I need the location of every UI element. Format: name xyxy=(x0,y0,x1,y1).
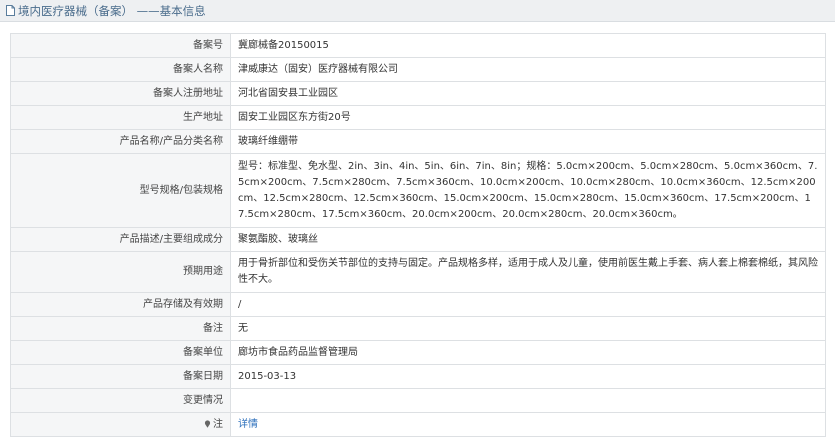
row-value-record-date: 2015-03-13 xyxy=(230,364,826,389)
table-row: 备案人名称 津威康达（固安）医疗器械有限公司 xyxy=(10,57,826,82)
document-icon xyxy=(6,5,15,16)
table-row: 产品名称/产品分类名称 玻璃纤维绷带 xyxy=(10,129,826,154)
page-header: 境内医疗器械（备案） ——基本信息 xyxy=(0,0,835,22)
table-row: 注 详情 xyxy=(10,412,826,437)
table-row: 备注 无 xyxy=(10,316,826,341)
row-value-remarks: 无 xyxy=(230,316,826,341)
row-value-record-unit: 廊坊市食品药品监督管理局 xyxy=(230,340,826,365)
row-value-note: 详情 xyxy=(230,412,826,437)
table-row: 备案单位 廊坊市食品药品监督管理局 xyxy=(10,340,826,365)
table-row: 备案日期 2015-03-13 xyxy=(10,364,826,389)
note-label-text: 注 xyxy=(213,418,223,430)
row-label-product-name: 产品名称/产品分类名称 xyxy=(10,129,231,154)
table-row: 变更情况 xyxy=(10,388,826,413)
row-label-registrant-address: 备案人注册地址 xyxy=(10,81,231,106)
table-row: 生产地址 固安工业园区东方街20号 xyxy=(10,105,826,130)
row-label-registrant-name: 备案人名称 xyxy=(10,57,231,82)
row-label-product-description: 产品描述/主要组成成分 xyxy=(10,227,231,252)
row-value-change-status xyxy=(230,388,826,413)
row-label-change-status: 变更情况 xyxy=(10,388,231,413)
row-value-storage-validity: / xyxy=(230,292,826,317)
row-value-registrant-name: 津威康达（固安）医疗器械有限公司 xyxy=(230,57,826,82)
page-title: 境内医疗器械（备案） ——基本信息 xyxy=(18,3,206,18)
row-value-product-description: 聚氨酯胶、玻璃丝 xyxy=(230,227,826,252)
row-label-record-date: 备案日期 xyxy=(10,364,231,389)
table-row: 备案号 冀廊械备20150015 xyxy=(10,33,826,58)
table-row: 产品描述/主要组成成分 聚氨酯胶、玻璃丝 xyxy=(10,227,826,252)
row-label-remarks: 备注 xyxy=(10,316,231,341)
row-value-intended-use: 用于骨折部位和受伤关节部位的支持与固定。产品规格多样，适用于成人及儿童，使用前医… xyxy=(230,251,826,293)
table-row: 产品存储及有效期 / xyxy=(10,292,826,317)
row-label-note: 注 xyxy=(10,412,231,437)
row-value-production-address: 固安工业园区东方街20号 xyxy=(230,105,826,130)
row-value-product-name: 玻璃纤维绷带 xyxy=(230,129,826,154)
detail-table: 备案号 冀廊械备20150015 备案人名称 津威康达（固安）医疗器械有限公司 … xyxy=(10,33,826,437)
details-link[interactable]: 详情 xyxy=(238,419,258,430)
row-label-model-spec: 型号规格/包装规格 xyxy=(10,153,231,228)
table-row: 型号规格/包装规格 型号：标准型、免水型、2in、3in、4in、5in、6in… xyxy=(10,153,826,228)
row-value-registrant-address: 河北省固安县工业园区 xyxy=(230,81,826,106)
row-label-record-number: 备案号 xyxy=(10,33,231,58)
row-value-record-number: 冀廊械备20150015 xyxy=(230,33,826,58)
row-label-storage-validity: 产品存储及有效期 xyxy=(10,292,231,317)
row-label-intended-use: 预期用途 xyxy=(10,251,231,293)
pin-icon xyxy=(204,419,211,428)
row-label-record-unit: 备案单位 xyxy=(10,340,231,365)
table-row: 备案人注册地址 河北省固安县工业园区 xyxy=(10,81,826,106)
row-value-model-spec: 型号：标准型、免水型、2in、3in、4in、5in、6in、7in、8in；规… xyxy=(230,153,826,228)
table-row: 预期用途 用于骨折部位和受伤关节部位的支持与固定。产品规格多样，适用于成人及儿童… xyxy=(10,251,826,293)
row-label-production-address: 生产地址 xyxy=(10,105,231,130)
